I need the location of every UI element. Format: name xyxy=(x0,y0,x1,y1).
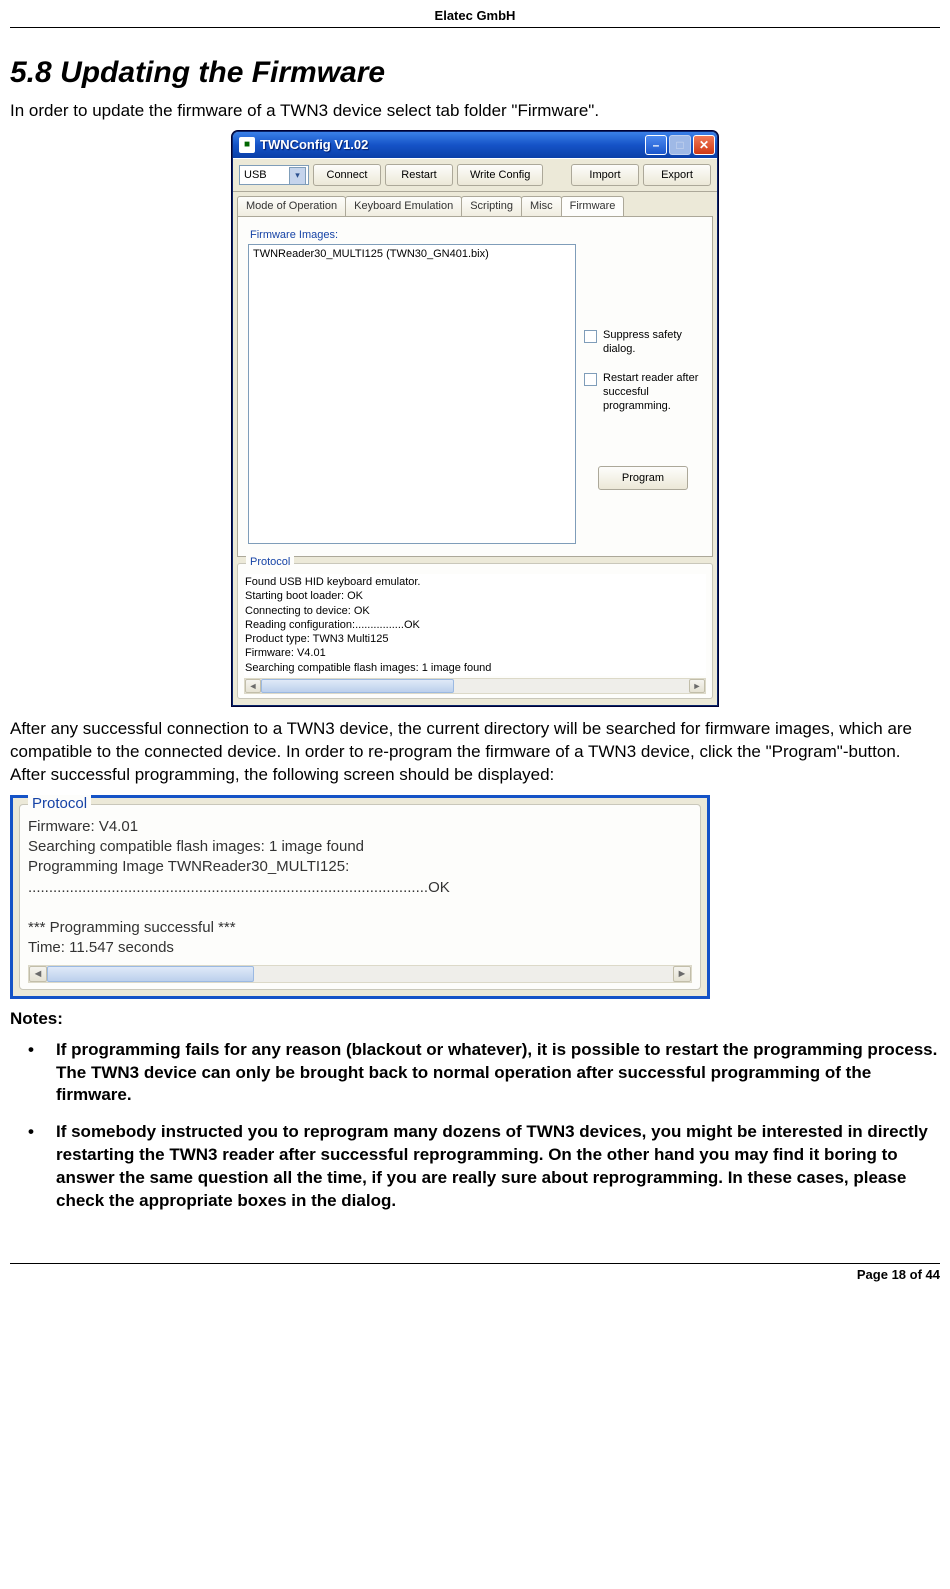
protocol-result-text: Firmware: V4.01 Searching compatible fla… xyxy=(28,817,692,959)
tab-scripting[interactable]: Scripting xyxy=(461,196,522,216)
protocol-textarea[interactable]: Found USB HID keyboard emulator. Startin… xyxy=(244,574,706,676)
notes-heading: Notes: xyxy=(10,1009,940,1029)
maximize-button: □ xyxy=(669,135,691,155)
export-button[interactable]: Export xyxy=(643,164,711,186)
write-config-button[interactable]: Write Config xyxy=(457,164,543,186)
restart-after-label: Restart reader after succesful programmi… xyxy=(603,372,702,413)
page-number: Page 18 of 44 xyxy=(10,1264,940,1292)
scroll-right-icon[interactable]: ► xyxy=(689,679,705,693)
paragraph-after-screenshot: After any successful connection to a TWN… xyxy=(10,718,940,787)
tab-firmware[interactable]: Firmware xyxy=(561,196,625,216)
note-item-1: If programming fails for any reason (bla… xyxy=(56,1039,940,1108)
tabstrip: Mode of Operation Keyboard Emulation Scr… xyxy=(233,192,717,216)
protocol-result-frame: Protocol Firmware: V4.01 Searching compa… xyxy=(10,795,710,999)
tab-mode-of-operation[interactable]: Mode of Operation xyxy=(237,196,346,216)
scroll-left-icon[interactable]: ◄ xyxy=(29,966,47,982)
suppress-dialog-label: Suppress safety dialog. xyxy=(603,329,702,357)
connect-button[interactable]: Connect xyxy=(313,164,381,186)
protocol-result-label: Protocol xyxy=(28,795,91,812)
suppress-dialog-checkbox[interactable] xyxy=(584,330,597,343)
close-button[interactable]: ✕ xyxy=(693,135,715,155)
scroll-left-icon[interactable]: ◄ xyxy=(245,679,261,693)
import-button[interactable]: Import xyxy=(571,164,639,186)
scroll-thumb[interactable] xyxy=(47,966,254,982)
protocol-hscrollbar[interactable]: ◄ ► xyxy=(244,678,706,694)
connection-select[interactable]: USB xyxy=(239,165,309,185)
protocol-groupbox: Protocol Found USB HID keyboard emulator… xyxy=(237,563,713,699)
tab-misc[interactable]: Misc xyxy=(521,196,562,216)
restart-button[interactable]: Restart xyxy=(385,164,453,186)
note-item-2: If somebody instructed you to reprogram … xyxy=(56,1121,940,1213)
firmware-images-listbox[interactable]: TWNReader30_MULTI125 (TWN30_GN401.bix) xyxy=(248,244,576,544)
app-icon: ■ xyxy=(239,137,255,153)
scroll-thumb[interactable] xyxy=(261,679,454,693)
firmware-image-item[interactable]: TWNReader30_MULTI125 (TWN30_GN401.bix) xyxy=(253,248,571,260)
section-heading: Updating the Firmware xyxy=(60,56,385,89)
section-number: 5.8 xyxy=(10,56,52,89)
intro-paragraph: In order to update the firmware of a TWN… xyxy=(10,100,940,123)
divider-top xyxy=(10,27,940,28)
toolbar: USB Connect Restart Write Config Import … xyxy=(233,158,717,192)
connection-select-value: USB xyxy=(244,169,267,181)
twnconfig-window: ■ TWNConfig V1.02 – □ ✕ USB Connect Rest… xyxy=(232,131,718,706)
firmware-images-label: Firmware Images: xyxy=(250,229,576,241)
protocol-result-hscrollbar[interactable]: ◄ ► xyxy=(28,965,692,983)
scroll-right-icon[interactable]: ► xyxy=(673,966,691,982)
window-title: TWNConfig V1.02 xyxy=(260,137,645,152)
program-button[interactable]: Program xyxy=(598,466,688,490)
tab-keyboard-emulation[interactable]: Keyboard Emulation xyxy=(345,196,462,216)
section-title: 5.8 Updating the Firmware xyxy=(10,56,940,90)
firmware-tab-body: Firmware Images: TWNReader30_MULTI125 (T… xyxy=(237,216,713,557)
protocol-label: Protocol xyxy=(246,556,294,568)
minimize-button[interactable]: – xyxy=(645,135,667,155)
page-header-company: Elatec GmbH xyxy=(10,0,940,27)
titlebar[interactable]: ■ TWNConfig V1.02 – □ ✕ xyxy=(233,132,717,158)
restart-after-checkbox[interactable] xyxy=(584,373,597,386)
